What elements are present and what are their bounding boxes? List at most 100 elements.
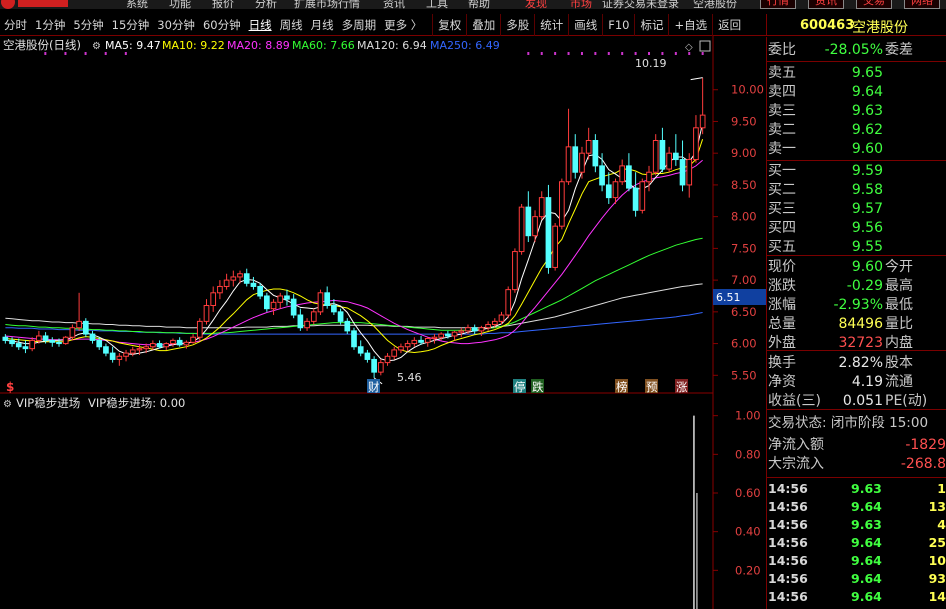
- add-watchlist-button[interactable]: +自选: [668, 13, 712, 36]
- candle-body: [599, 165, 605, 186]
- ma20-line: [5, 159, 703, 346]
- ask-row-5-value: 9.65: [851, 65, 883, 81]
- price-tick-label: 8.50: [731, 178, 757, 192]
- period-5min[interactable]: 5分钟: [69, 14, 107, 36]
- candle-body: [230, 276, 237, 281]
- indicator-series: [693, 415, 698, 609]
- draw-line-button[interactable]: 画线: [568, 13, 602, 36]
- trade-status-text: 交易状态: 闭市阶段 15:00: [768, 415, 929, 431]
- period-60min[interactable]: 60分钟: [199, 14, 245, 36]
- stat-row-1-label: 涨跌: [768, 278, 796, 294]
- overlay-button[interactable]: 叠加: [466, 13, 500, 36]
- candle-body: [2, 336, 9, 341]
- candle-body: [585, 140, 592, 154]
- candle-body: [686, 159, 693, 186]
- menu-quote[interactable]: 报价: [212, 0, 234, 9]
- period-more[interactable]: 更多 〉: [380, 14, 426, 36]
- period-monthly[interactable]: 月线: [307, 14, 338, 36]
- news-tab-button[interactable]: 资讯: [808, 0, 844, 9]
- candle-body: [129, 349, 136, 354]
- mark-button[interactable]: 标记: [634, 13, 668, 36]
- period-daily[interactable]: 日线: [245, 14, 276, 36]
- settings-icon[interactable]: ⚙: [92, 41, 101, 52]
- ma10-label: MA10: 9.22: [162, 39, 225, 52]
- candle-body: [62, 336, 69, 345]
- trade-tab-button[interactable]: 交易: [856, 0, 892, 9]
- back-button[interactable]: 返回: [712, 13, 746, 36]
- marker-finance[interactable]: 财: [368, 380, 380, 394]
- candle-body: [217, 285, 223, 294]
- quote-tab-button[interactable]: 行情: [760, 0, 796, 9]
- ask-row-4-value: 9.64: [851, 84, 883, 100]
- ma10-line: [5, 139, 704, 354]
- period-weekly[interactable]: 周线: [276, 14, 307, 36]
- period-15min[interactable]: 15分钟: [108, 14, 154, 36]
- signal-dot: [701, 52, 704, 55]
- network-tab-button[interactable]: 网络: [904, 0, 940, 9]
- menu-function[interactable]: 功能: [169, 0, 191, 9]
- period-timeshare[interactable]: 分时: [0, 14, 31, 36]
- candle-body: [297, 314, 304, 329]
- marker-fall[interactable]: 跌: [532, 380, 544, 394]
- marker-rank[interactable]: 榜: [616, 380, 628, 394]
- candle-body: [284, 295, 290, 300]
- broker-logo: [0, 0, 95, 9]
- candle-body: [693, 127, 699, 161]
- candle-body: [377, 362, 384, 373]
- menu-help[interactable]: 帮助: [468, 0, 490, 9]
- stat2-row-2-value: 0.051: [842, 393, 883, 409]
- menu-market-button[interactable]: 市场: [570, 0, 592, 9]
- candle-body: [123, 352, 129, 357]
- menu-discover[interactable]: 发现: [525, 0, 547, 9]
- tick-row: 14:56 9.63 1: [767, 480, 946, 498]
- tick-price: 9.64: [851, 535, 882, 550]
- candle-body: [103, 346, 109, 354]
- period-multi[interactable]: 多周期: [338, 14, 381, 36]
- menu-info[interactable]: 资讯: [383, 0, 405, 9]
- stat-row-4-value: 32723: [838, 335, 883, 351]
- weicha-label: 委差: [885, 42, 913, 58]
- period-1min[interactable]: 1分钟: [31, 14, 69, 36]
- kline-chart-area[interactable]: 10.00 9.50 9.00 8.50 8.00 7.50 7.00 6.50 6.00 5.5…: [0, 36, 766, 609]
- candle-body: [404, 343, 411, 348]
- candle-body: [491, 320, 498, 326]
- indicator-collapse-icon[interactable]: ⚙: [3, 399, 12, 410]
- bid-row-4: 买四 9.56: [767, 219, 946, 237]
- candle-body: [632, 187, 639, 211]
- diamond-icon[interactable]: ◇: [685, 42, 693, 53]
- multi-stock-button[interactable]: 多股: [500, 13, 534, 36]
- marker-forecast[interactable]: 预: [646, 380, 658, 394]
- stock-header: 600463 空港股份: [766, 14, 946, 36]
- tick-volume: 13: [928, 499, 946, 514]
- marker-dollar[interactable]: $: [6, 380, 14, 394]
- statistics-button[interactable]: 统计: [534, 13, 568, 36]
- menu-tools[interactable]: 工具: [426, 0, 448, 9]
- stat2-row-1: 净资 4.19 流通: [767, 373, 946, 391]
- quote-panel: 委比 -28.05% 委差 交易状态: 闭市阶段 15:00 净流入额 -182…: [766, 37, 946, 609]
- trade-status: 交易状态: 闭市阶段 15:00: [767, 414, 946, 432]
- menu-system[interactable]: 系统: [126, 0, 148, 9]
- candle-body: [317, 292, 324, 313]
- candle-body: [552, 225, 558, 268]
- candlesticks[interactable]: [2, 52, 706, 385]
- marker-suspend[interactable]: 停: [514, 380, 526, 394]
- candle-body: [29, 339, 36, 350]
- ask-row-3-label: 卖三: [768, 103, 796, 119]
- adjust-button[interactable]: 复权: [432, 13, 466, 36]
- candle-body: [237, 273, 243, 278]
- candle-body: [418, 339, 424, 343]
- stat-row-3-label2: 量比: [885, 316, 913, 332]
- candle-body: [445, 333, 451, 337]
- bid-row-3: 买三 9.57: [767, 200, 946, 218]
- menu-ext-market[interactable]: 扩展市场行情: [294, 0, 360, 9]
- indicator-title: VIP稳步进场: [16, 396, 80, 410]
- f10-button[interactable]: F10: [602, 13, 634, 36]
- tick-volume: 25: [928, 535, 946, 550]
- marker-rise[interactable]: 涨: [676, 380, 688, 394]
- price-tick-label: 6.00: [731, 337, 757, 351]
- stat2-row-0: 换手 2.82% 股本: [767, 354, 946, 372]
- period-30min[interactable]: 30分钟: [153, 14, 199, 36]
- bid-row-2-value: 9.58: [851, 182, 883, 198]
- menu-analysis[interactable]: 分析: [255, 0, 277, 9]
- maximize-icon[interactable]: [699, 40, 711, 52]
